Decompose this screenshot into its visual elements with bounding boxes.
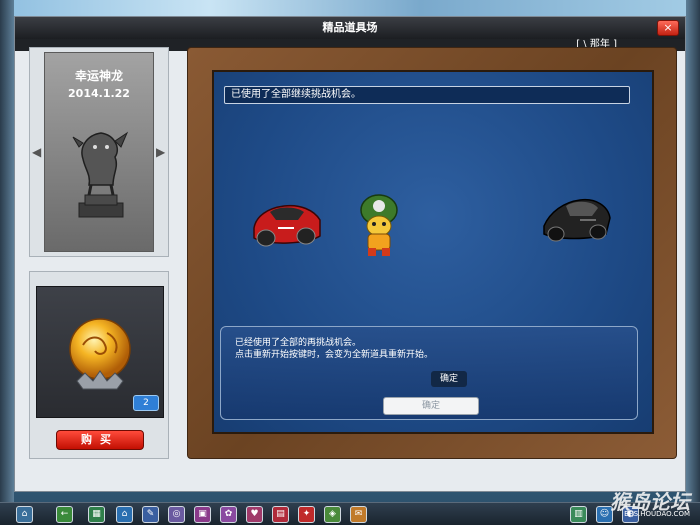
book-icon[interactable]: ▤: [272, 506, 289, 523]
item-count-badge: 2: [133, 395, 159, 411]
wooden-frame: 已使用了全部继续挑战机会。 已经使用了全部的再挑战机会。 点击重新开始按键时，会…: [187, 47, 677, 459]
photo-icon[interactable]: ◈: [324, 506, 341, 523]
party-icon[interactable]: ✦: [298, 506, 315, 523]
dialog-message-line: 点击重新开始按键时，会变为全新道具重新开始。: [235, 350, 434, 360]
forum-watermark-url: BBS.HOUDAO.COM: [624, 510, 690, 518]
chat-icon[interactable]: ◎: [168, 506, 185, 523]
game-taskbar: ⌂ ← ▦ ⌂ ✎ ◎ ▣ ✿ ♥ ▤ ✦ ◈ ✉ ▥ ☺ ◐: [0, 502, 700, 525]
group-icon[interactable]: ✿: [220, 506, 237, 523]
item-shop-window: 精品道具场 × [ \ 那年 ] ◀ 幸运神龙 2014.1.22 ▶ 2 购买…: [14, 16, 686, 492]
background-scene-top: [0, 0, 700, 16]
featured-item-card: 幸运神龙 2014.1.22: [44, 52, 154, 252]
item-slot[interactable]: 2: [36, 286, 164, 418]
buy-button[interactable]: 购买: [56, 430, 144, 450]
red-kart-icon: [253, 204, 321, 247]
heart-icon[interactable]: ♥: [246, 506, 263, 523]
tool-icon[interactable]: ✎: [142, 506, 159, 523]
prev-item-arrow[interactable]: ◀: [32, 144, 42, 160]
featured-item-name: 幸运神龙: [74, 69, 123, 83]
next-item-arrow[interactable]: ▶: [156, 144, 166, 160]
home-icon[interactable]: ⌂: [16, 506, 33, 523]
top-status-message: 已使用了全部继续挑战机会。: [224, 86, 630, 104]
background-scene-right: [686, 0, 700, 525]
confirm-button-disabled[interactable]: 确定: [383, 397, 479, 415]
close-button[interactable]: ×: [657, 20, 679, 36]
gift-icon[interactable]: ▣: [194, 506, 211, 523]
challenge-board: 已使用了全部继续挑战机会。 已经使用了全部的再挑战机会。 点击重新开始按键时，会…: [212, 70, 654, 434]
confirm-button[interactable]: 确定: [431, 371, 467, 387]
dragon-statue-icon: [72, 131, 129, 218]
golden-orb-icon: [69, 318, 131, 390]
note-icon[interactable]: ▥: [570, 506, 587, 523]
window-title: 精品道具场: [15, 17, 685, 39]
soldier-character-icon: [360, 194, 398, 256]
back-icon[interactable]: ←: [56, 506, 73, 523]
selected-item-panel: 2 购买: [29, 271, 169, 459]
featured-item-showcase: ◀ 幸运神龙 2014.1.22 ▶: [29, 47, 169, 257]
featured-item-date: 2014.1.22: [68, 87, 130, 100]
shop-icon[interactable]: ▦: [88, 506, 105, 523]
notice-dialog: 已经使用了全部的再挑战机会。 点击重新开始按键时，会变为全新道具重新开始。 确定…: [220, 326, 638, 420]
black-kart-icon: [543, 198, 611, 242]
house-icon[interactable]: ⌂: [116, 506, 133, 523]
mail-icon[interactable]: ✉: [350, 506, 367, 523]
background-scene-left: [0, 0, 14, 525]
